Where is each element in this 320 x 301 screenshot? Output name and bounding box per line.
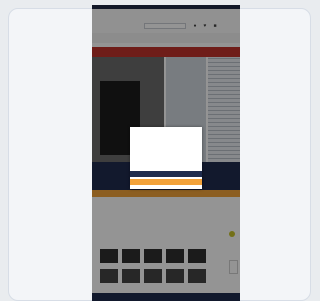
mobile-page-preview: ● ♥ ■ [92, 5, 240, 301]
accept-button[interactable] [130, 171, 202, 177]
consent-dialog [130, 127, 202, 189]
secondary-button[interactable] [130, 179, 202, 185]
